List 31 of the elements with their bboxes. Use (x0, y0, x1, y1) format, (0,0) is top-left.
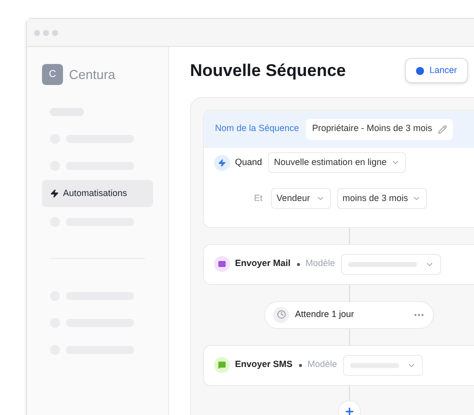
name-field[interactable]: Propriétaire - Moins de 3 mois (306, 118, 454, 140)
chevron-icon (316, 194, 325, 203)
template-label: Modèle (306, 257, 336, 270)
chevron-icon (412, 194, 421, 203)
template-dropdown[interactable] (341, 254, 442, 274)
brand-name: Centura (69, 66, 116, 84)
dropdown[interactable]: Nouvelle estimation en ligne (268, 152, 406, 173)
step-label: Attendre 1 jour (295, 308, 356, 321)
template-dropdown[interactable] (343, 354, 424, 376)
page-title: Nouvelle Séquence (190, 60, 346, 82)
and-label: Et (254, 192, 263, 205)
logo-badge: C (42, 64, 63, 85)
clock-icon (273, 306, 289, 322)
bullet (296, 262, 300, 266)
bolt-icon (50, 189, 59, 198)
plus-icon (344, 406, 355, 415)
launch-button[interactable]: Lancer (405, 58, 468, 84)
step-label: Envoyer Mail (235, 257, 291, 270)
bullet (298, 364, 302, 366)
chat-icon (214, 357, 230, 373)
chevron-icon (391, 158, 400, 167)
bolt-icon (214, 154, 230, 170)
pencil-icon (438, 124, 448, 134)
wait-step[interactable]: Attendre 1 jour (264, 300, 434, 328)
when-label: Quand (235, 156, 262, 169)
sidebar-item[interactable]: Automatisations (42, 180, 153, 207)
template-label: Modèle (308, 358, 338, 372)
step-label: Envoyer SMS (235, 358, 293, 372)
dropdown[interactable]: moins de 3 mois (336, 188, 427, 209)
dropdown[interactable]: Vendeur (270, 188, 331, 209)
name-label: Nom de la Séquence (215, 122, 300, 136)
